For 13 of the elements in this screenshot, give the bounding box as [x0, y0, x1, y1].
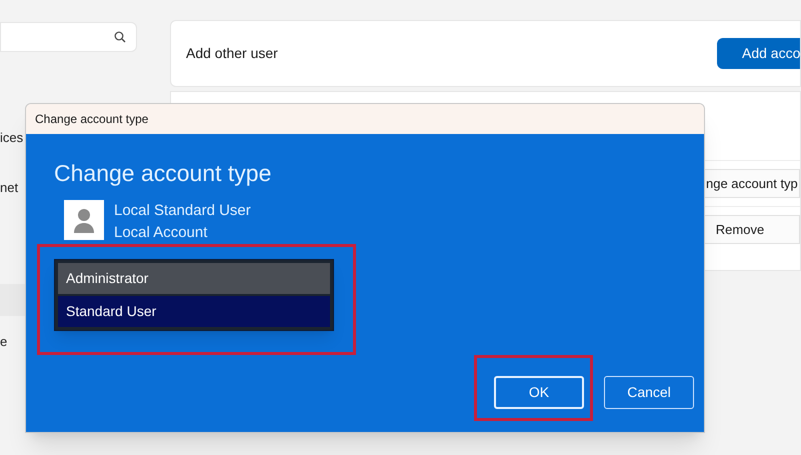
user-name: Local Standard User [114, 201, 251, 221]
dialog-heading: Change account type [54, 159, 272, 188]
card-label: Add other user [186, 44, 278, 63]
add-account-button[interactable]: Add acco [717, 38, 800, 69]
window-title: Change account type [35, 111, 148, 128]
search-field[interactable] [0, 22, 137, 52]
account-type-option[interactable]: Administrator [58, 263, 330, 294]
dialog-button[interactable]: Cancel [604, 376, 694, 409]
search-icon [114, 31, 126, 43]
account-type-label: Local Account [114, 223, 208, 243]
user-avatar-icon [64, 200, 104, 240]
dialog-button[interactable]: OK [494, 376, 584, 409]
account-type-option[interactable]: Standard User [58, 296, 330, 327]
